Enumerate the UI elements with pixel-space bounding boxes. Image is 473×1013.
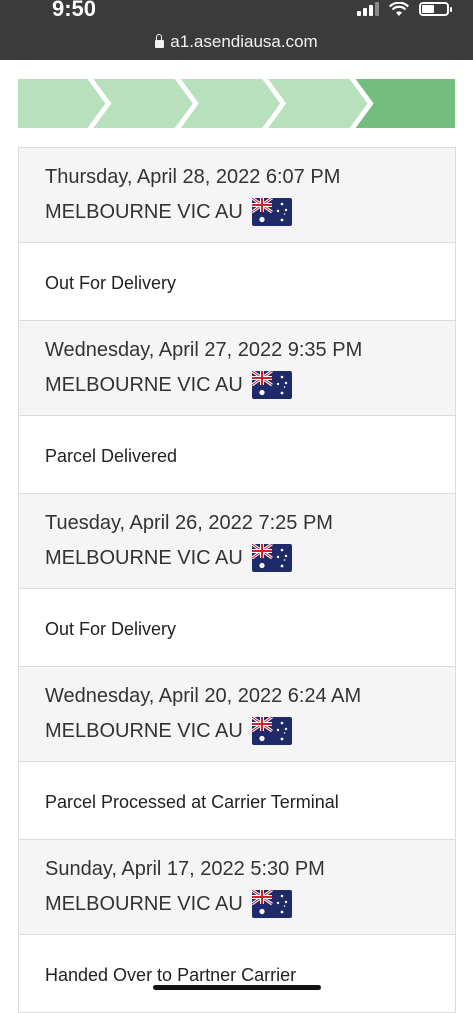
australia-flag-icon <box>251 371 292 399</box>
wifi-icon <box>389 1 409 16</box>
url-text: a1.asendiausa.com <box>170 32 318 51</box>
progress-step-2 <box>93 79 193 128</box>
event-datetime-row: Sunday, April 17, 2022 5:30 PM MELBOURNE … <box>19 840 455 935</box>
event-datetime-row: Thursday, April 28, 2022 6:07 PM MELBOURN… <box>19 148 455 243</box>
browser-top-bar: 9:50 a1.asendiausa.com <box>0 0 473 60</box>
australia-flag-icon <box>251 198 292 226</box>
status-time: 9:50 <box>52 0 97 21</box>
progress-step-1 <box>18 79 106 128</box>
australia-flag-icon <box>251 890 292 918</box>
event-status: Out For Delivery <box>19 589 455 667</box>
tracking-progress-bar <box>18 79 455 128</box>
event-status: Out For Delivery <box>19 243 455 321</box>
event-date: Wednesday, April 27, 2022 9:35 PM <box>45 339 363 361</box>
event-location-line: MELBOURNE VIC AU <box>45 890 455 918</box>
progress-step-5 <box>355 79 455 128</box>
progress-chevrons <box>18 79 455 128</box>
event-datetime-row: Wednesday, April 20, 2022 6:24 AM MELBOUR… <box>19 667 455 762</box>
event-location-line: MELBOURNE VIC AU <box>45 717 455 745</box>
event-status: Handed Over to Partner Carrier <box>19 935 455 1013</box>
event-date: Wednesday, April 20, 2022 6:24 AM <box>45 685 362 707</box>
australia-flag-icon <box>251 544 292 572</box>
cellular-signal-icon <box>357 2 379 16</box>
progress-step-3 <box>180 79 281 128</box>
event-status: Parcel Delivered <box>19 416 455 494</box>
home-indicator <box>153 985 321 990</box>
event-date: Tuesday, April 26, 2022 7:25 PM <box>45 512 333 534</box>
event-location-line: MELBOURNE VIC AU <box>45 371 455 399</box>
lock-icon <box>155 33 165 48</box>
australia-flag-icon <box>251 717 292 745</box>
event-location: MELBOURNE VIC AU <box>45 200 243 223</box>
tracking-events-list: Thursday, April 28, 2022 6:07 PM MELBOURN… <box>18 147 456 1013</box>
event-location: MELBOURNE VIC AU <box>45 546 243 569</box>
event-location-line: MELBOURNE VIC AU <box>45 198 455 226</box>
event-location: MELBOURNE VIC AU <box>45 719 243 742</box>
event-location-line: MELBOURNE VIC AU <box>45 544 455 572</box>
event-location: MELBOURNE VIC AU <box>45 892 243 915</box>
event-status: Parcel Processed at Carrier Terminal <box>19 762 455 840</box>
event-date: Thursday, April 28, 2022 6:07 PM <box>45 166 341 188</box>
progress-step-4 <box>268 79 368 128</box>
status-icons <box>357 0 452 18</box>
event-datetime-row: Tuesday, April 26, 2022 7:25 PM MELBOURNE… <box>19 494 455 589</box>
event-date: Sunday, April 17, 2022 5:30 PM <box>45 858 325 880</box>
address-bar[interactable]: a1.asendiausa.com <box>0 32 473 52</box>
event-datetime-row: Wednesday, April 27, 2022 9:35 PM MELBOUR… <box>19 321 455 416</box>
event-location: MELBOURNE VIC AU <box>45 373 243 396</box>
battery-icon <box>419 2 452 16</box>
